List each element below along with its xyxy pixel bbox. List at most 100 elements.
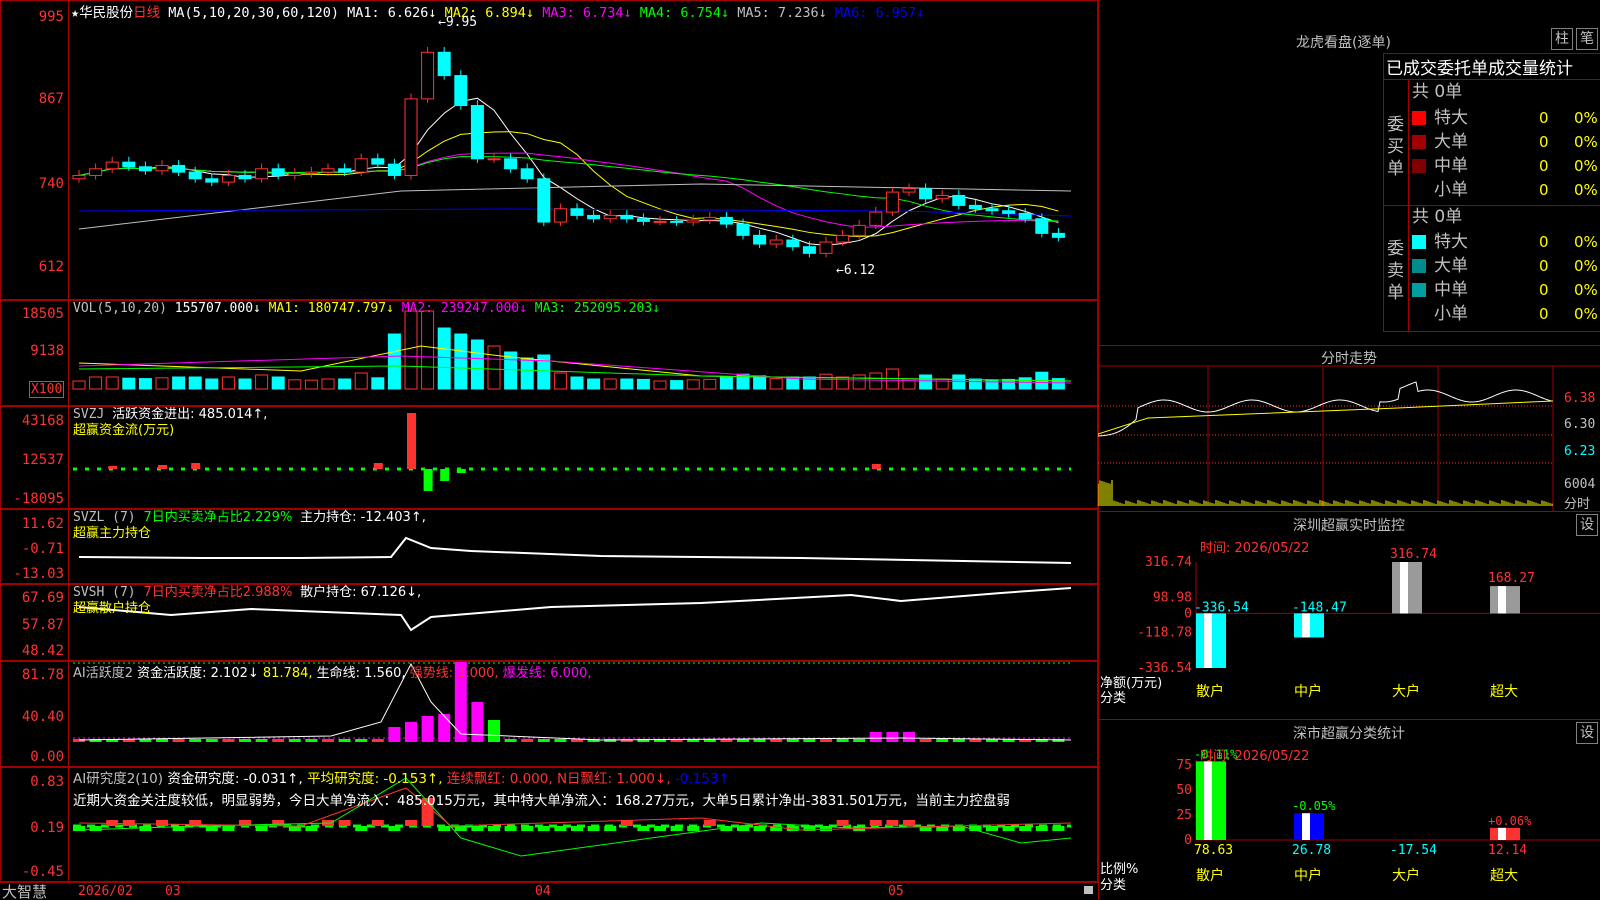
ai-activity-panel[interactable]: 81.78 40.40 0.00 AI活跃度2 资金活跃度: 2.102↓ 81… <box>0 661 1098 767</box>
price-panel[interactable]: 995 867 740 612 ★华民股份日线 MA(5,10,20,30,60… <box>0 0 1098 300</box>
candle-body <box>354 158 368 173</box>
ma-value-5: MA5: 7.236↓ <box>737 5 835 21</box>
activity-bar <box>952 739 965 742</box>
volume-bar <box>919 374 933 390</box>
volume-bar <box>205 378 219 390</box>
period-label[interactable]: 日线 <box>133 5 160 21</box>
ai-strong: 强势线: 3.000, <box>409 666 499 681</box>
activity-bar <box>936 739 949 742</box>
intraday-chart[interactable] <box>1098 346 1600 512</box>
x-tick: 03 <box>165 884 181 899</box>
volume-chart[interactable] <box>1 301 1099 407</box>
category-percent: 0% <box>1574 157 1598 175</box>
sz-bar-chart[interactable]: 316.7498.980-118.78-336.54-336.54散户-148.… <box>1098 512 1600 720</box>
candle-body <box>304 171 318 174</box>
volume-bar <box>304 379 318 390</box>
svzl-panel[interactable]: 11.62 -0.71 -13.03 SVZL (7) 7日内买卖净占比2.22… <box>0 509 1098 584</box>
category-label: 散户 <box>1196 867 1224 884</box>
change-label: +0.06% <box>1488 814 1532 828</box>
ai-research-panel[interactable]: 0.83 0.19 -0.45 AI研究度2(10) 资金研究度: -0.031… <box>0 767 1098 882</box>
ma-line <box>78 131 1059 237</box>
axis-tick: 50 <box>1176 783 1192 798</box>
candle-body <box>769 239 783 245</box>
svsh-panel[interactable]: 67.69 57.87 48.42 SVSH (7) 7日内买卖净占比2.988… <box>0 584 1098 661</box>
volume-bar <box>155 377 169 390</box>
activity-bar <box>371 739 384 742</box>
sz-monitor-panel[interactable]: 深圳超赢实时监控 设 时间: 2026/05/22 316.74 98.98 0 -1… <box>1098 511 1600 719</box>
svzj-panel[interactable]: 43168 12537 -18095 SVZJ 活跃资金进出: 485.014↑… <box>0 406 1098 509</box>
category-swatch <box>1412 235 1426 249</box>
sc-bar-chart[interactable]: 75 50 25 078.63 -0.11% 散户 26.78 -0.05% 中户 -17.54 大… <box>1098 720 1600 900</box>
value-label: -336.54 <box>1194 600 1249 615</box>
svzj-subtitle: 超赢资金流(万元) <box>73 423 175 438</box>
svzj-title: SVZJ 活跃资金进出: 485.014↑, 超赢资金流(万元) <box>73 407 267 439</box>
axis-tick: 75 <box>1176 758 1192 773</box>
flow-bar <box>440 469 450 481</box>
bar-mode-button[interactable]: 柱 <box>1551 28 1573 50</box>
category-swatch <box>1412 283 1426 297</box>
activity-bar <box>355 739 368 742</box>
research-bar <box>272 820 285 826</box>
candle-body <box>935 194 949 200</box>
volume-bar <box>570 376 584 390</box>
air-red: 连续飘红: 0.000, <box>446 771 553 787</box>
bar-highlight <box>1204 613 1212 668</box>
activity-bar <box>205 739 218 742</box>
volume-bar <box>454 333 468 390</box>
research-bar <box>637 826 650 831</box>
favorite-star-icon[interactable]: ★ <box>71 5 79 21</box>
candle-body <box>271 168 285 176</box>
ma-params: MA(5,10,20,30,60,120) <box>168 5 339 21</box>
air-last: -0.153↑ <box>674 771 730 787</box>
brand-label[interactable]: 大智慧 <box>2 883 47 900</box>
bar-highlight <box>1204 761 1212 840</box>
vol-ma2: MA2: 239247.000↓ <box>401 301 527 316</box>
candle-body <box>703 216 717 221</box>
stock-name[interactable]: 华民股份 <box>79 5 133 21</box>
candle-body <box>919 188 933 200</box>
category-swatch <box>1412 135 1426 149</box>
air-comment: 近期大资金关注度较低，明显弱势，今日大单净流入：485.015万元，其中特大单净… <box>73 793 1010 809</box>
candle-body <box>72 174 86 180</box>
svzl-title: SVZL (7) 7日内买卖净占比2.229% 主力持仓: -12.403↑, 超… <box>73 510 426 542</box>
value-label: 12.14 <box>1488 843 1527 858</box>
candle-body <box>1018 212 1032 220</box>
buy-label: 委买单 <box>1387 115 1404 179</box>
candle-body <box>670 220 684 223</box>
tick-mode-button[interactable]: 笔 <box>1576 28 1598 50</box>
category-percent: 0% <box>1574 257 1598 275</box>
category-name: 小单 <box>1434 304 1468 324</box>
volume-panel[interactable]: 18505 9138 X100 VOL(5,10,20) 155707.000↓… <box>0 300 1098 406</box>
candle-body <box>802 246 816 254</box>
category-count: 0 <box>1539 181 1549 199</box>
activity-bar <box>388 727 401 742</box>
volume-bar <box>188 376 202 390</box>
candle-body <box>421 51 435 100</box>
volume-bar <box>968 378 982 390</box>
fs-tick: 6.38 <box>1564 391 1596 406</box>
air-label: AI研究度2(10) <box>73 771 164 787</box>
research-bar <box>753 826 766 831</box>
high-label: ←9.95 <box>438 15 478 30</box>
sc-stats-panel[interactable]: 深市超赢分类统计 设 时间: 2026/05/22 75 50 25 0 78.63 -0… <box>1098 719 1600 900</box>
activity-bar <box>405 722 417 742</box>
research-bar <box>587 826 600 831</box>
intraday-panel[interactable]: 分时走势 6.38 6.30 6.23 6004 分时 <box>1098 345 1600 512</box>
candle-body <box>968 204 982 210</box>
activity-bar <box>869 732 882 742</box>
category-percent: 0% <box>1574 109 1598 127</box>
candle-body <box>238 174 252 180</box>
research-bar <box>471 826 484 831</box>
activity-bar <box>820 739 832 742</box>
candle-body <box>852 224 866 236</box>
ma-value-3: MA3: 6.734↓ <box>542 5 640 21</box>
candlestick-chart[interactable] <box>1 1 1099 301</box>
candle-body <box>1035 218 1049 234</box>
candle-body <box>587 214 601 220</box>
research-bar <box>355 826 368 831</box>
lock-icon[interactable] <box>1084 886 1093 894</box>
candle-body <box>719 216 733 225</box>
svzl-ratio: 7日内买卖净占比2.229% <box>143 510 293 525</box>
volume-bar <box>836 376 850 390</box>
trading-terminal: 995 867 740 612 ★华民股份日线 MA(5,10,20,30,60… <box>0 0 1600 900</box>
